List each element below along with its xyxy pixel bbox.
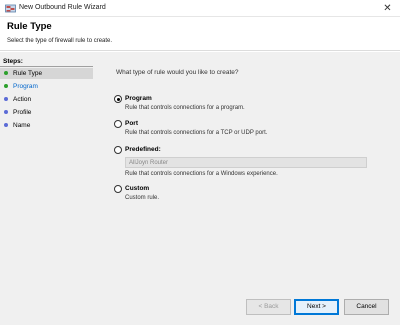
- step-action: Action: [0, 94, 93, 105]
- page-title: Rule Type: [7, 21, 52, 32]
- option-label[interactable]: Port: [125, 120, 138, 127]
- next-button[interactable]: Next >: [294, 299, 339, 315]
- predefined-radio[interactable]: [114, 146, 122, 154]
- wizard-header: Rule Type Select the type of firewall ru…: [0, 17, 400, 51]
- page-subtitle: Select the type of firewall rule to crea…: [7, 38, 113, 44]
- step-label: Name: [13, 122, 31, 129]
- program-radio[interactable]: [114, 95, 122, 103]
- option-custom[interactable]: Custom Custom rule.: [114, 185, 374, 205]
- port-radio[interactable]: [114, 120, 122, 128]
- wizard-content: Steps: Rule Type Program Action Profile …: [0, 52, 400, 325]
- step-status-icon: [4, 110, 8, 114]
- option-description: Rule that controls connections for a TCP…: [125, 130, 268, 136]
- firewall-wizard-icon: [5, 3, 16, 14]
- step-name: Name: [0, 120, 93, 131]
- option-label[interactable]: Program: [125, 95, 152, 102]
- steps-divider: [0, 66, 93, 67]
- option-label[interactable]: Custom: [125, 185, 149, 192]
- back-button[interactable]: < Back: [246, 299, 291, 315]
- step-status-icon: [4, 123, 8, 127]
- step-rule-type: Rule Type: [0, 68, 93, 79]
- rule-type-question: What type of rule would you like to crea…: [116, 69, 239, 76]
- option-predefined[interactable]: Predefined: AllJoyn Router Rule that con…: [114, 146, 374, 180]
- option-program[interactable]: Program Rule that controls connections f…: [114, 95, 374, 115]
- custom-radio[interactable]: [114, 185, 122, 193]
- step-label[interactable]: Program: [13, 83, 38, 90]
- step-status-icon: [4, 84, 8, 88]
- step-label: Action: [13, 96, 32, 103]
- cancel-button[interactable]: Cancel: [344, 299, 389, 315]
- option-port[interactable]: Port Rule that controls connections for …: [114, 120, 374, 140]
- steps-heading: Steps:: [3, 58, 23, 65]
- title-bar: New Outbound Rule Wizard ✕: [0, 0, 400, 17]
- step-label: Profile: [13, 109, 32, 116]
- close-button[interactable]: ✕: [381, 2, 394, 15]
- option-description: Rule that controls connections for a Win…: [125, 171, 278, 177]
- step-profile: Profile: [0, 107, 93, 118]
- step-status-icon: [4, 71, 8, 75]
- main-panel: What type of rule would you like to crea…: [96, 52, 400, 325]
- step-program[interactable]: Program: [0, 81, 93, 92]
- option-description: Rule that controls connections for a pro…: [125, 105, 245, 111]
- window-title: New Outbound Rule Wizard: [19, 4, 106, 11]
- step-status-icon: [4, 97, 8, 101]
- predefined-select-value: AllJoyn Router: [129, 159, 169, 166]
- steps-panel: Steps: Rule Type Program Action Profile …: [0, 52, 93, 325]
- step-label: Rule Type: [13, 70, 43, 77]
- predefined-select[interactable]: AllJoyn Router: [125, 157, 367, 168]
- option-description: Custom rule.: [125, 195, 160, 201]
- option-label[interactable]: Predefined:: [125, 146, 161, 153]
